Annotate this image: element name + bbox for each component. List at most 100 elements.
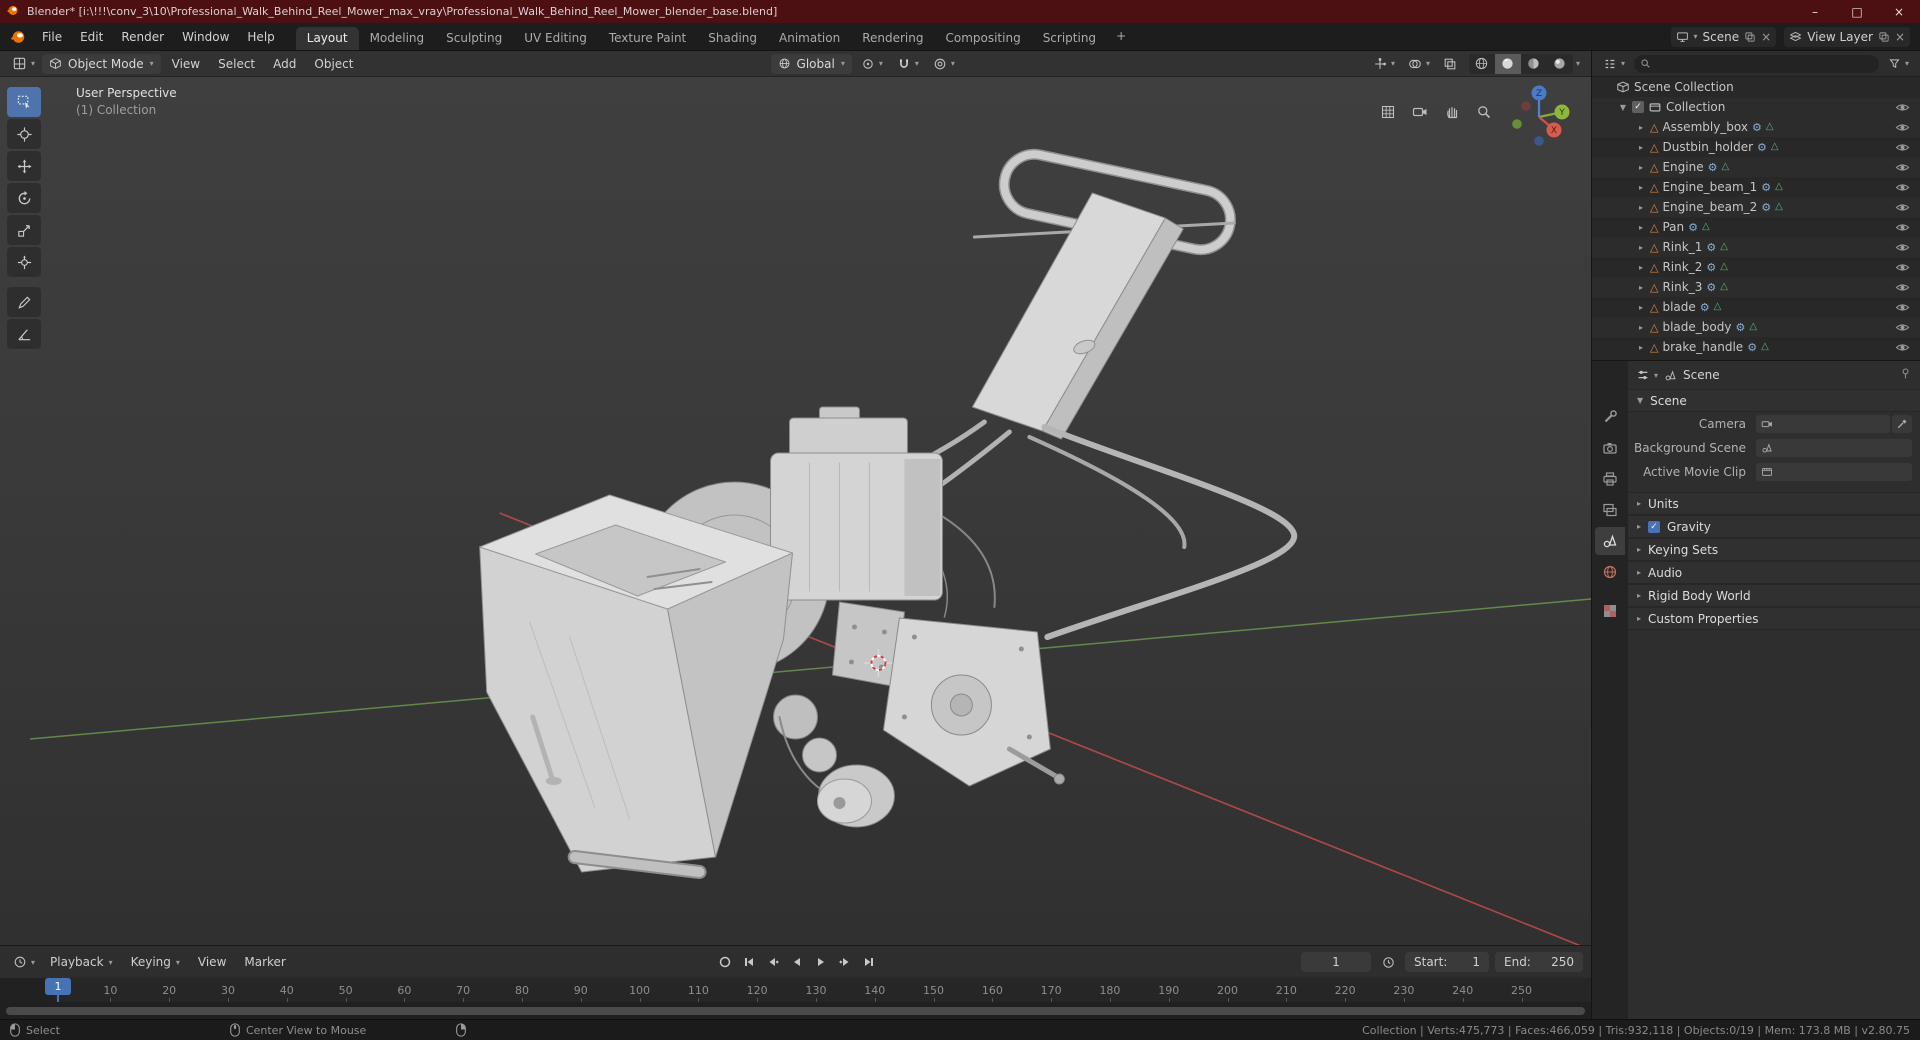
object-name[interactable]: Dustbin_holder bbox=[1662, 140, 1753, 154]
start-frame-field[interactable]: Start: 1 bbox=[1405, 952, 1489, 972]
gravity-checkbox[interactable]: ✓ bbox=[1648, 520, 1661, 533]
expand-icon[interactable]: ▸ bbox=[1636, 323, 1646, 332]
minimize-button[interactable]: – bbox=[1794, 0, 1836, 23]
tool-measure-button[interactable] bbox=[7, 319, 41, 349]
expand-icon[interactable]: ▸ bbox=[1636, 123, 1646, 132]
wrench-modifier-icon[interactable]: ⚙ bbox=[1688, 222, 1698, 233]
object-name[interactable]: Rink_1 bbox=[1662, 240, 1702, 254]
outliner-collection-row[interactable]: ▼ ✓ Collection bbox=[1592, 97, 1920, 117]
menubar-item[interactable]: Edit bbox=[71, 23, 112, 50]
workspace-tab[interactable]: Shading bbox=[697, 27, 768, 50]
jump-to-prev-keyframe-button[interactable] bbox=[762, 952, 784, 972]
eye-icon[interactable] bbox=[1895, 100, 1910, 115]
expand-icon[interactable]: ▸ bbox=[1636, 303, 1646, 312]
workspace-tab[interactable]: Rendering bbox=[851, 27, 934, 50]
expand-icon[interactable]: ▸ bbox=[1636, 223, 1646, 232]
outliner-object-row[interactable]: ▸ △ Engine_beam_1 ⚙ △ bbox=[1592, 177, 1920, 197]
wrench-modifier-icon[interactable]: ⚙ bbox=[1700, 302, 1710, 313]
expand-icon[interactable]: ▸ bbox=[1636, 163, 1646, 172]
collapse-icon[interactable]: ▼ bbox=[1618, 103, 1628, 112]
mesh-data-icon[interactable]: △ bbox=[1761, 342, 1769, 352]
camera-field[interactable] bbox=[1756, 415, 1890, 433]
mesh-data-icon[interactable]: △ bbox=[1720, 242, 1728, 252]
eye-icon[interactable] bbox=[1895, 320, 1910, 335]
tool-scale-button[interactable] bbox=[7, 215, 41, 245]
outliner-object-row[interactable]: ▸ △ Engine ⚙ △ bbox=[1592, 157, 1920, 177]
object-name[interactable]: Assembly_box bbox=[1662, 120, 1748, 134]
object-name[interactable]: Engine bbox=[1662, 160, 1703, 174]
outliner-object-row[interactable]: ▸ △ Dustbin_holder ⚙ △ bbox=[1592, 137, 1920, 157]
tab-world[interactable] bbox=[1595, 558, 1625, 586]
menubar-item[interactable]: Window bbox=[173, 23, 238, 50]
tab-tool[interactable] bbox=[1595, 403, 1625, 431]
viewport-menu-item[interactable]: View bbox=[163, 51, 209, 76]
zoom-icon[interactable] bbox=[1473, 101, 1495, 123]
workspace-tab[interactable]: Scripting bbox=[1032, 27, 1107, 50]
auto-key-button[interactable] bbox=[714, 952, 736, 972]
pin-icon[interactable] bbox=[1899, 367, 1912, 383]
outliner-object-row[interactable]: ▸ △ Rink_3 ⚙ △ bbox=[1592, 277, 1920, 297]
object-name[interactable]: blade_body bbox=[1662, 320, 1731, 334]
collapsed-panel-header[interactable]: ▸ Custom Properties bbox=[1628, 607, 1920, 630]
playback-menu[interactable]: Playback ▾ bbox=[42, 955, 121, 969]
timeline-scrollbar[interactable] bbox=[6, 1007, 1585, 1015]
proportional-editing-button[interactable]: ▾ bbox=[928, 53, 960, 75]
object-name[interactable]: brake_handle bbox=[1662, 340, 1743, 354]
end-frame-field[interactable]: End: 250 bbox=[1495, 952, 1583, 972]
eye-icon[interactable] bbox=[1895, 160, 1910, 175]
editor-type-outliner-button[interactable]: ▾ bbox=[1598, 53, 1630, 75]
shading-rendered-button[interactable] bbox=[1547, 54, 1573, 74]
camera-view-icon[interactable] bbox=[1409, 101, 1431, 123]
wrench-modifier-icon[interactable]: ⚙ bbox=[1752, 122, 1762, 133]
viewport-menu-item[interactable]: Object bbox=[305, 51, 362, 76]
workspace-tab[interactable]: Sculpting bbox=[435, 27, 513, 50]
preview-range-clock-icon[interactable] bbox=[1377, 952, 1399, 972]
search-input[interactable] bbox=[1656, 57, 1873, 70]
show-overlays-button[interactable]: ▾ bbox=[1403, 53, 1435, 75]
collection-checkbox[interactable]: ✓ bbox=[1632, 101, 1644, 113]
eye-icon[interactable] bbox=[1895, 280, 1910, 295]
snapping-magnet-button[interactable]: ▾ bbox=[892, 53, 924, 75]
workspace-tab[interactable]: Texture Paint bbox=[598, 27, 697, 50]
workspace-tab[interactable]: Compositing bbox=[934, 27, 1031, 50]
eye-icon[interactable] bbox=[1895, 120, 1910, 135]
eye-icon[interactable] bbox=[1895, 140, 1910, 155]
tab-render[interactable] bbox=[1595, 434, 1625, 462]
wrench-modifier-icon[interactable]: ⚙ bbox=[1706, 242, 1716, 253]
grid-icon[interactable] bbox=[1377, 101, 1399, 123]
jump-to-start-button[interactable] bbox=[738, 952, 760, 972]
object-name[interactable]: Pan bbox=[1662, 220, 1684, 234]
mesh-data-icon[interactable]: △ bbox=[1702, 222, 1710, 232]
collapsed-panel-header[interactable]: ▸ Keying Sets bbox=[1628, 538, 1920, 561]
mesh-data-icon[interactable]: △ bbox=[1720, 262, 1728, 272]
shading-solid-button[interactable] bbox=[1494, 53, 1521, 74]
jump-to-end-button[interactable] bbox=[858, 952, 880, 972]
navigation-gizmo[interactable]: Z Y X bbox=[1507, 85, 1571, 149]
remove-view-layer-icon[interactable]: × bbox=[1895, 30, 1905, 44]
outliner-object-row[interactable]: ▸ △ blade ⚙ △ bbox=[1592, 297, 1920, 317]
mesh-data-icon[interactable]: △ bbox=[1714, 302, 1722, 312]
scene-selector[interactable]: ▾ Scene × bbox=[1670, 26, 1777, 47]
blender-menu-icon[interactable] bbox=[10, 28, 27, 45]
gravity-panel-header[interactable]: ▸ ✓ Gravity bbox=[1628, 515, 1920, 538]
wrench-modifier-icon[interactable]: ⚙ bbox=[1706, 282, 1716, 293]
object-name[interactable]: Rink_2 bbox=[1662, 260, 1702, 274]
menubar-item[interactable]: File bbox=[33, 23, 71, 50]
outliner-object-row[interactable]: ▸ △ Assembly_box ⚙ △ bbox=[1592, 117, 1920, 137]
editor-type-properties-button[interactable]: ▾ bbox=[1636, 364, 1658, 386]
view-menu[interactable]: View bbox=[190, 955, 234, 969]
playhead[interactable]: 1 bbox=[45, 978, 71, 995]
eye-icon[interactable] bbox=[1895, 200, 1910, 215]
collapsed-panel-header[interactable]: ▸ Rigid Body World bbox=[1628, 584, 1920, 607]
active-movie-clip-field[interactable] bbox=[1756, 463, 1912, 481]
play-button[interactable] bbox=[810, 952, 832, 972]
wrench-modifier-icon[interactable]: ⚙ bbox=[1761, 202, 1771, 213]
outliner-search[interactable] bbox=[1634, 54, 1879, 73]
collapsed-panel-header[interactable]: ▸ Audio bbox=[1628, 561, 1920, 584]
workspace-tab[interactable]: Modeling bbox=[359, 27, 436, 50]
tool-move-button[interactable] bbox=[7, 151, 41, 181]
mesh-data-icon[interactable]: △ bbox=[1749, 322, 1757, 332]
workspace-tab[interactable]: Layout bbox=[295, 27, 359, 50]
shading-dropdown-icon[interactable]: ▾ bbox=[1576, 59, 1580, 68]
eye-icon[interactable] bbox=[1895, 180, 1910, 195]
